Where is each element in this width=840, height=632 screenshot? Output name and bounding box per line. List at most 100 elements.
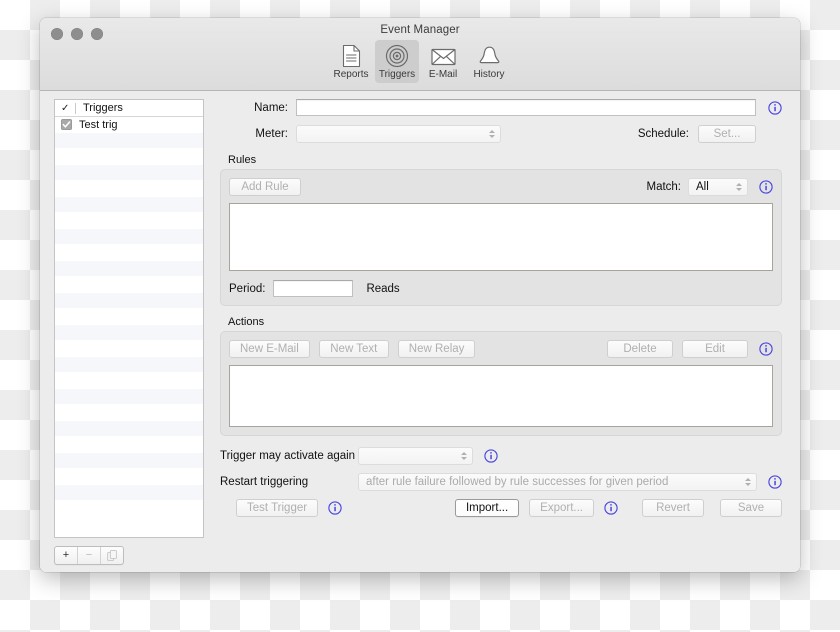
chevron-updown-icon [745,478,751,486]
schedule-label: Schedule: [637,128,689,140]
trigger-enabled-checkbox[interactable] [61,119,72,130]
meter-schedule-row: Meter: Schedule: Set... [220,125,782,143]
column-divider [75,102,76,114]
list-item-empty [55,437,203,453]
duplicate-icon [107,549,117,561]
toolbar-item-email[interactable]: E-Mail [421,40,465,83]
new-text-button[interactable]: New Text [318,340,389,358]
toolbar-item-history[interactable]: History [467,40,511,83]
list-item-empty [55,341,203,357]
sidebar: ✓ Triggers Test trig + − [40,91,212,572]
list-item-empty [55,277,203,293]
list-item-empty [55,309,203,325]
target-icon [375,43,419,69]
rules-group-label: Rules [228,154,257,166]
test-trigger-info-icon[interactable] [328,501,342,515]
save-button[interactable]: Save [720,499,782,517]
test-trigger-button[interactable]: Test Trigger [236,499,319,517]
list-item-empty [55,405,203,421]
toolbar-item-label: Triggers [378,69,416,80]
list-item-empty [55,261,203,277]
reactivate-row: Trigger may activate again [220,447,782,465]
chevron-updown-icon [489,130,495,138]
envelope-icon [421,43,465,69]
list-item-empty [55,325,203,341]
actions-group-label: Actions [228,316,265,328]
period-units-label: Reads [366,282,400,295]
toolbar-item-label: E-Mail [428,69,458,80]
schedule-set-button[interactable]: Set... [698,125,756,143]
new-relay-button[interactable]: New Relay [397,340,476,358]
trigger-editor-pane: Name: Meter: Schedule: Set... Rules Add … [212,91,800,572]
restart-label: Restart triggering [220,476,309,488]
duplicate-trigger-button[interactable] [101,547,123,564]
toolbar: Reports Triggers E-Mail History [40,40,800,83]
toolbar-item-reports[interactable]: Reports [329,40,373,83]
bell-icon [467,43,511,69]
list-item-empty [55,149,203,165]
import-button[interactable]: Import... [454,499,520,517]
remove-trigger-button[interactable]: − [78,546,101,564]
list-item[interactable]: Test trig [55,117,203,133]
list-item-empty [55,421,203,437]
list-item-empty [55,165,203,181]
chevron-updown-icon [461,452,467,460]
window-titlebar: Event Manager Reports Triggers E-Mail Hi… [40,18,800,91]
list-item-empty [55,357,203,373]
actions-list[interactable] [229,365,773,427]
chevron-updown-icon [736,183,742,191]
list-item-empty [55,469,203,485]
actions-info-icon[interactable] [759,342,773,356]
add-remove-segmented-control: + − [54,545,124,565]
header-checkmark-icon: ✓ [61,102,70,114]
list-item-label: Test trig [79,118,118,131]
export-button[interactable]: Export... [529,499,594,517]
footer-toolbar: Test Trigger Import... Export... Revert … [220,491,782,525]
window-title: Event Manager [380,24,460,36]
actions-group: New E-Mail New Text New Relay Delete Edi… [220,331,782,436]
edit-action-button[interactable]: Edit [682,340,748,358]
document-icon [329,43,373,69]
name-info-icon[interactable] [768,100,782,115]
triggers-list-header[interactable]: ✓ Triggers [55,100,203,117]
reactivate-select[interactable] [358,447,473,465]
add-trigger-button[interactable]: + [55,546,78,564]
meter-select[interactable] [296,125,501,143]
toolbar-item-label: Reports [333,69,369,80]
revert-button[interactable]: Revert [642,499,704,517]
triggers-list[interactable]: ✓ Triggers Test trig [54,99,204,538]
list-item-empty [55,133,203,149]
period-label: Period: [229,282,266,295]
rules-group: Add Rule Match: All Period: Reads [220,169,782,306]
period-input[interactable] [273,280,354,297]
new-email-button[interactable]: New E-Mail [229,340,310,358]
restart-row: Restart triggering after rule failure fo… [220,473,782,491]
add-rule-button[interactable]: Add Rule [229,178,301,196]
restart-info-icon[interactable] [768,475,782,489]
name-input[interactable] [296,99,756,116]
event-manager-window: Event Manager Reports Triggers E-Mail Hi… [40,18,800,572]
delete-action-button[interactable]: Delete [607,340,673,358]
sidebar-toolbar: + − [54,538,204,572]
import-export-info-icon[interactable] [604,501,618,515]
list-item-empty [55,373,203,389]
name-row: Name: [220,99,782,116]
reactivate-info-icon[interactable] [484,449,498,463]
reactivate-label: Trigger may activate again [220,450,356,462]
match-select-value: All [696,181,709,193]
restart-select[interactable]: after rule failure followed by rule succ… [358,473,757,491]
triggers-column-label: Triggers [83,102,123,114]
rules-list[interactable] [229,203,773,271]
window-body: ✓ Triggers Test trig + − Name: Meter: Sc… [40,91,800,572]
rules-info-icon[interactable] [759,180,773,194]
list-item-empty [55,197,203,213]
list-item-empty [55,485,203,501]
toolbar-item-triggers[interactable]: Triggers [375,40,419,83]
match-select[interactable]: All [688,178,748,196]
match-label: Match: [646,181,681,193]
list-item-empty [55,213,203,229]
list-item-empty [55,293,203,309]
list-item-empty [55,181,203,197]
list-item-empty [55,501,203,517]
toolbar-item-label: History [473,69,505,80]
